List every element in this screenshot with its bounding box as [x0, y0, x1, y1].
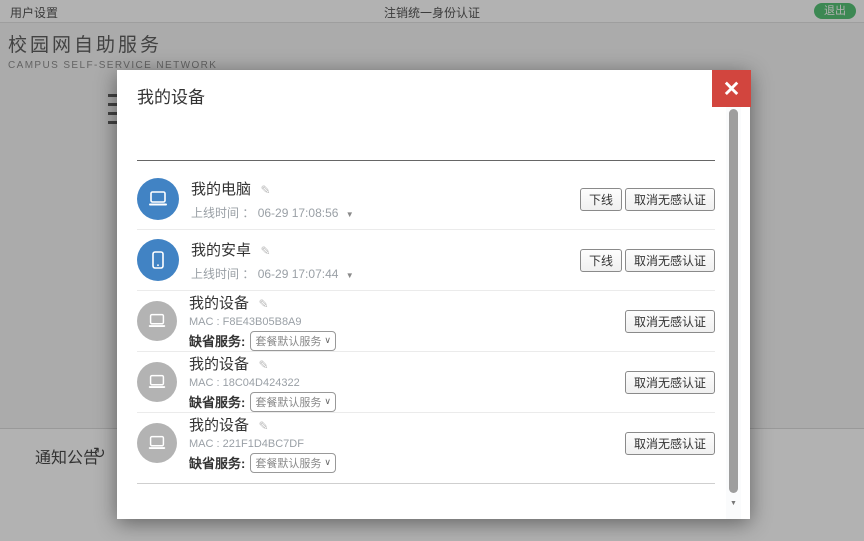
chevron-down-icon[interactable]: ▼: [346, 210, 354, 219]
mac-value: F8E43B05B8A9: [223, 316, 302, 328]
cancel-seamless-auth-button[interactable]: 取消无感认证: [625, 432, 715, 455]
online-time[interactable]: 上线时间 ： 06-29 17:07:44 ▼: [191, 265, 580, 282]
device-name: 我的设备: [189, 417, 249, 434]
device-row-android: 我的安卓 ✎ 上线时间 ： 06-29 17:07:44 ▼ 下线 取消无感认证: [137, 230, 715, 291]
bottom-divider: [137, 483, 715, 484]
edit-name-icon[interactable]: ✎: [258, 358, 268, 372]
laptop-icon-gray: [137, 423, 177, 463]
device-name: 我的电脑: [191, 181, 251, 198]
service-selected-value: 套餐默认服务: [255, 394, 321, 410]
my-devices-modal: ✕ ▼ 我的设备 我的电脑 ✎ 上线时间 ： 06-29 17:: [117, 70, 750, 519]
title-divider: [137, 160, 715, 161]
laptop-icon-gray: [137, 301, 177, 341]
online-time-value: 06-29 17:08:56: [258, 206, 339, 220]
device-info: 我的设备 ✎ MAC : F8E43B05B8A9 缺省服务: 套餐默认服务 ∨: [189, 292, 625, 351]
device-actions: 取消无感认证: [625, 310, 715, 333]
mac-label: MAC :: [189, 377, 223, 389]
online-time-label: 上线时间 ：: [191, 267, 254, 281]
offline-button[interactable]: 下线: [580, 188, 622, 211]
online-time[interactable]: 上线时间 ： 06-29 17:08:56 ▼: [191, 204, 580, 221]
service-select[interactable]: 套餐默认服务 ∨: [250, 453, 336, 473]
modal-title: 我的设备: [137, 70, 715, 108]
chevron-down-icon[interactable]: ▼: [346, 271, 354, 280]
device-actions: 取消无感认证: [625, 432, 715, 455]
service-selected-value: 套餐默认服务: [255, 333, 321, 349]
select-chevron-icon: ∨: [324, 396, 331, 407]
modal-body: 我的设备 我的电脑 ✎ 上线时间 ： 06-29 17:08:56 ▼: [117, 70, 750, 519]
default-service-row: 缺省服务: 套餐默认服务 ∨: [189, 331, 625, 351]
service-select[interactable]: 套餐默认服务 ∨: [250, 331, 336, 351]
device-actions: 取消无感认证: [625, 371, 715, 394]
device-name: 我的设备: [189, 356, 249, 373]
service-selected-value: 套餐默认服务: [255, 455, 321, 471]
service-label: 缺省服务:: [189, 453, 245, 472]
service-select[interactable]: 套餐默认服务 ∨: [250, 392, 336, 412]
service-label: 缺省服务:: [189, 392, 245, 411]
device-mac: MAC : 221F1D4BC7DF: [189, 438, 625, 450]
laptop-icon-gray: [137, 362, 177, 402]
scrollbar-thumb[interactable]: [729, 109, 738, 493]
offline-button[interactable]: 下线: [580, 249, 622, 272]
modal-scrollbar[interactable]: ▼: [726, 70, 741, 519]
device-info: 我的电脑 ✎ 上线时间 ： 06-29 17:08:56 ▼: [191, 178, 580, 221]
laptop-icon: [137, 178, 179, 220]
cancel-seamless-auth-button[interactable]: 取消无感认证: [625, 310, 715, 333]
select-chevron-icon: ∨: [324, 335, 331, 346]
cancel-seamless-auth-button[interactable]: 取消无感认证: [625, 249, 715, 272]
device-actions: 下线 取消无感认证: [580, 188, 715, 211]
device-info: 我的设备 ✎ MAC : 18C04D424322 缺省服务: 套餐默认服务 ∨: [189, 353, 625, 412]
device-info: 我的安卓 ✎ 上线时间 ： 06-29 17:07:44 ▼: [191, 239, 580, 282]
online-time-value: 06-29 17:07:44: [258, 267, 339, 281]
cancel-seamless-auth-button[interactable]: 取消无感认证: [625, 371, 715, 394]
cancel-seamless-auth-button[interactable]: 取消无感认证: [625, 188, 715, 211]
mac-value: 221F1D4BC7DF: [223, 438, 304, 450]
device-info: 我的设备 ✎ MAC : 221F1D4BC7DF 缺省服务: 套餐默认服务 ∨: [189, 414, 625, 473]
device-row-generic: 我的设备 ✎ MAC : 221F1D4BC7DF 缺省服务: 套餐默认服务 ∨…: [137, 413, 715, 473]
device-mac: MAC : F8E43B05B8A9: [189, 316, 625, 328]
edit-name-icon[interactable]: ✎: [258, 419, 268, 433]
device-mac: MAC : 18C04D424322: [189, 377, 625, 389]
online-time-label: 上线时间 ：: [191, 206, 254, 220]
service-label: 缺省服务:: [189, 331, 245, 350]
device-row-computer: 我的电脑 ✎ 上线时间 ： 06-29 17:08:56 ▼ 下线 取消无感认证: [137, 169, 715, 230]
edit-name-icon[interactable]: ✎: [260, 183, 270, 197]
smartphone-icon: [137, 239, 179, 281]
edit-name-icon[interactable]: ✎: [260, 244, 270, 258]
device-row-generic: 我的设备 ✎ MAC : F8E43B05B8A9 缺省服务: 套餐默认服务 ∨…: [137, 291, 715, 352]
device-actions: 下线 取消无感认证: [580, 249, 715, 272]
device-name: 我的设备: [189, 295, 249, 312]
mac-label: MAC :: [189, 438, 223, 450]
edit-name-icon[interactable]: ✎: [258, 297, 268, 311]
mac-label: MAC :: [189, 316, 223, 328]
device-row-generic: 我的设备 ✎ MAC : 18C04D424322 缺省服务: 套餐默认服务 ∨…: [137, 352, 715, 413]
default-service-row: 缺省服务: 套餐默认服务 ∨: [189, 392, 625, 412]
default-service-row: 缺省服务: 套餐默认服务 ∨: [189, 453, 625, 473]
close-icon[interactable]: ✕: [712, 70, 751, 107]
device-name: 我的安卓: [191, 242, 251, 259]
mac-value: 18C04D424322: [223, 377, 300, 389]
scrollbar-down-arrow[interactable]: ▼: [726, 500, 741, 507]
select-chevron-icon: ∨: [324, 457, 331, 468]
